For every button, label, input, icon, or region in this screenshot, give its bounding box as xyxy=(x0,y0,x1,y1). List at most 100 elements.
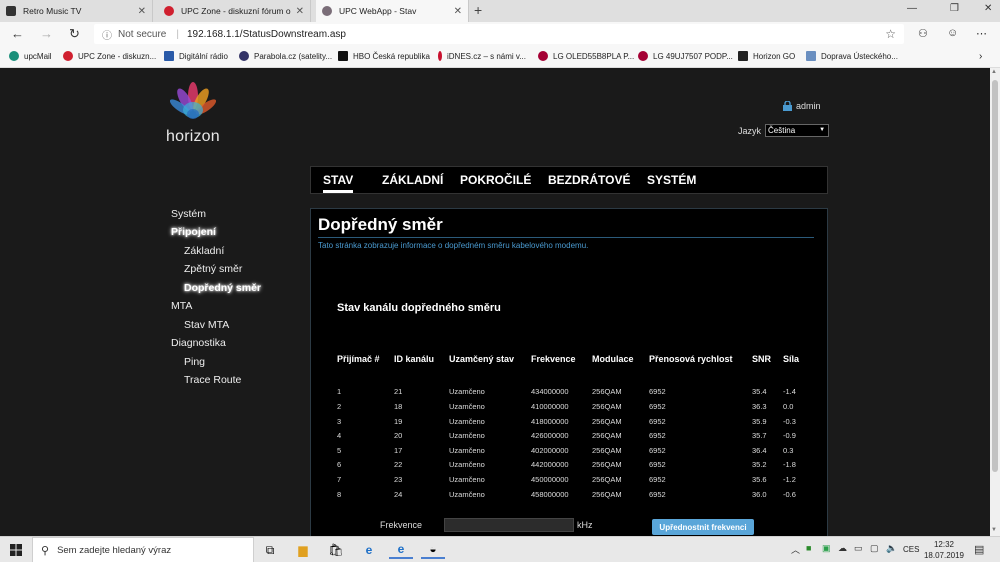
scroll-down-icon[interactable]: ▼ xyxy=(991,527,997,533)
nav-zakladni[interactable]: ZÁKLADNÍ xyxy=(382,173,443,187)
table-cell: Uzamčeno xyxy=(449,489,485,499)
tray-app-icon[interactable]: ■ xyxy=(806,543,811,553)
favorite-item[interactable]: Digitální rádio xyxy=(164,51,228,61)
sidebar-item-stav-mta[interactable]: Stav MTA xyxy=(184,319,229,331)
favorite-label: Digitální rádio xyxy=(179,51,228,61)
browser-tab[interactable]: UPC Zone - diskuzní fórum o UPC ✕ xyxy=(158,0,311,22)
table-cell: 256QAM xyxy=(592,445,622,455)
sidebar-item-zpetny-smer[interactable]: Zpětný směr xyxy=(184,263,242,275)
favorite-item[interactable]: iDNES.cz – s námi v... xyxy=(438,51,526,61)
table-cell: 434000000 xyxy=(531,387,569,397)
app-icon[interactable]: ◒ xyxy=(421,541,445,559)
tray-security-icon[interactable]: ▣ xyxy=(822,543,831,554)
store-icon[interactable]: 🛍 xyxy=(324,541,348,559)
edge-icon[interactable]: e xyxy=(357,541,381,559)
file-explorer-icon[interactable]: ▆ xyxy=(291,541,315,559)
emoji-icon[interactable]: ☺ xyxy=(947,27,958,39)
favorite-item[interactable]: LG 49UJ7507 PODP... xyxy=(638,51,733,61)
volume-icon[interactable]: 🔈 xyxy=(886,543,897,554)
favorite-item[interactable]: Doprava Ústeckého... xyxy=(806,51,898,61)
clock-time: 12:32 xyxy=(933,540,955,549)
sidebar-item-zakladni[interactable]: Základní xyxy=(184,245,224,257)
onedrive-icon[interactable]: ☁ xyxy=(838,543,847,554)
forward-icon[interactable]: → xyxy=(40,26,53,41)
language-indicator[interactable]: CES xyxy=(903,545,919,554)
favorite-item[interactable]: LG OLED55B8PLA P... xyxy=(538,51,634,61)
table-cell: 6952 xyxy=(649,489,666,499)
chevron-right-icon[interactable]: › xyxy=(979,51,982,62)
upc-favicon-icon xyxy=(164,6,174,16)
table-row: 5 17 Uzamčeno 402000000 256QAM 6952 36.4 0.3 xyxy=(337,443,813,458)
star-icon[interactable]: ☆ xyxy=(885,27,896,41)
edge-active-icon[interactable]: e xyxy=(389,541,413,559)
url-text[interactable]: 192.168.1.1/StatusDownstream.asp xyxy=(187,29,346,40)
favorite-item[interactable]: Parabola.cz (satelity... xyxy=(239,51,332,61)
sidebar-item-pripojeni[interactable]: Připojení xyxy=(171,226,216,238)
tv-favicon-icon xyxy=(6,6,16,16)
back-icon[interactable]: ← xyxy=(11,26,24,41)
clock[interactable]: 12:32 18.07.2019 xyxy=(920,539,968,561)
restore-icon[interactable]: ❐ xyxy=(950,3,959,14)
close-window-icon[interactable]: ✕ xyxy=(984,3,992,14)
clock-date: 18.07.2019 xyxy=(923,551,965,560)
table-cell: 35.2 xyxy=(752,460,767,470)
table-cell: 0.3 xyxy=(783,445,794,455)
battery-icon[interactable]: ▭ xyxy=(854,543,863,554)
sidebar-item-dopredny-smer[interactable]: Dopředný směr xyxy=(184,282,261,294)
nav-system[interactable]: SYSTÉM xyxy=(647,173,696,187)
language-value: Čeština xyxy=(768,126,796,135)
table-cell: Uzamčeno xyxy=(449,416,485,426)
security-status[interactable]: Not secure xyxy=(118,29,166,40)
sidebar-item-diagnostika[interactable]: Diagnostika xyxy=(171,337,226,349)
table-cell: -0.3 xyxy=(783,416,796,426)
more-icon[interactable]: ⋯ xyxy=(976,27,987,40)
favicon-icon xyxy=(239,51,249,61)
close-tab-icon[interactable]: ✕ xyxy=(454,6,462,17)
refresh-icon[interactable]: ↻ xyxy=(69,26,80,42)
windows-start-icon[interactable] xyxy=(10,544,22,556)
new-tab-icon[interactable]: + xyxy=(474,2,482,18)
favicon-icon xyxy=(638,51,648,61)
favorite-item[interactable]: HBO Česká republika xyxy=(338,51,430,61)
favorite-label: UPC Zone - diskuzn... xyxy=(78,51,157,61)
nav-bezdratove[interactable]: BEZDRÁTOVÉ xyxy=(548,173,630,187)
table-cell: Uzamčeno xyxy=(449,474,485,484)
browser-tab[interactable]: Retro Music TV ✕ xyxy=(0,0,153,22)
vertical-scrollbar[interactable]: ▲ ▼ xyxy=(990,68,1000,536)
network-icon[interactable]: ▢ xyxy=(870,543,879,554)
minimize-icon[interactable]: — xyxy=(907,3,917,14)
task-view-icon[interactable]: ⧉ xyxy=(258,541,282,559)
table-cell: Uzamčeno xyxy=(449,460,485,470)
frequency-input[interactable] xyxy=(444,518,574,532)
prefer-frequency-button[interactable]: Upřednostnit frekvenci xyxy=(652,519,754,535)
table-cell: 8 xyxy=(337,489,342,499)
sidebar-item-ping[interactable]: Ping xyxy=(184,356,205,368)
info-icon[interactable]: ⓘ xyxy=(102,27,112,42)
favorite-item[interactable]: Horizon GO xyxy=(738,51,795,61)
sidebar-item-mta[interactable]: MTA xyxy=(171,300,192,312)
scrollbar-thumb[interactable] xyxy=(992,80,998,472)
user-menu[interactable]: admin xyxy=(783,101,821,111)
close-tab-icon[interactable]: ✕ xyxy=(296,6,304,17)
username[interactable]: admin xyxy=(796,101,821,111)
table-cell: 22 xyxy=(394,460,403,470)
taskbar-search[interactable]: ⚲ Sem zadejte hledaný výraz xyxy=(32,537,254,562)
tray-chevron-up-icon[interactable]: ︿ xyxy=(791,543,800,556)
language-select[interactable]: Čeština ▼ xyxy=(765,124,830,137)
nav-pokrocile[interactable]: POKROČILÉ xyxy=(460,173,531,187)
sidebar-item-system[interactable]: Systém xyxy=(171,208,206,220)
language-label: Jazyk xyxy=(738,125,762,136)
table-cell: 6 xyxy=(337,460,342,470)
nav-stav[interactable]: STAV xyxy=(323,173,354,193)
table-cell: 36.3 xyxy=(752,401,767,411)
scroll-up-icon[interactable]: ▲ xyxy=(991,69,997,75)
divider xyxy=(318,237,814,238)
profile-icon[interactable]: ⚇ xyxy=(918,27,928,40)
favorite-item[interactable]: upcMail xyxy=(9,51,52,61)
favorite-item[interactable]: UPC Zone - diskuzn... xyxy=(63,51,156,61)
sidebar-item-trace-route[interactable]: Trace Route xyxy=(184,374,241,386)
notification-icon[interactable]: ▤ xyxy=(974,543,984,556)
url-field[interactable]: ⓘ Not secure | 192.168.1.1/StatusDownstr… xyxy=(94,24,904,44)
close-tab-icon[interactable]: ✕ xyxy=(138,6,146,17)
browser-tab-active[interactable]: UPC WebApp - Stav ✕ xyxy=(316,0,469,22)
